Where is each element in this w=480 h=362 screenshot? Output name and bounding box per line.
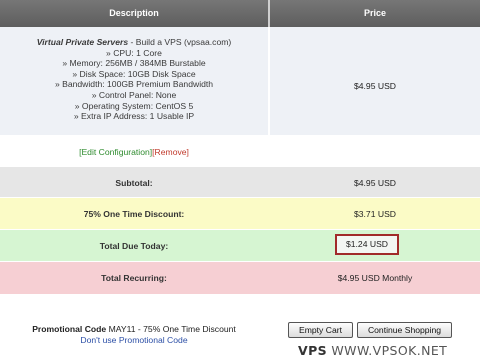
recurring-row: Total Recurring: $4.95 USD Monthly (0, 262, 480, 294)
discount-value: $3.71 USD (353, 209, 397, 219)
discount-label: 75% One Time Discount: (83, 209, 185, 219)
subtotal-value: $4.95 USD (353, 178, 397, 188)
product-title-rest: - Build a VPS (vpsaa.com) (128, 37, 232, 47)
recurring-label: Total Recurring: (101, 273, 167, 283)
recurring-value: $4.95 USD Monthly (337, 273, 413, 283)
subtotal-label: Subtotal: (115, 178, 153, 188)
spec-bandwidth: » Bandwidth: 100GB Premium Bandwidth (54, 79, 214, 90)
product-description: Virtual Private Servers - Build a VPS (v… (0, 37, 268, 122)
total-due-label: Total Due Today: (99, 241, 169, 251)
item-links: [Edit Configuration][Remove] (0, 147, 268, 157)
spec-cpu: » CPU: 1 Core (106, 47, 162, 58)
empty-cart-button[interactable]: Empty Cart (288, 322, 353, 338)
spec-extra-ip: » Extra IP Address: 1 Usable IP (73, 111, 195, 122)
total-due-row: Total Due Today: $1.24 USD (0, 230, 480, 261)
dont-use-promo-link[interactable]: Don't use Promotional Code (80, 335, 187, 345)
edit-configuration-link[interactable]: [Edit Configuration] (79, 147, 152, 157)
remove-link[interactable]: [Remove] (152, 147, 189, 157)
watermark: VPS WWW.VPSOK.NET (298, 343, 447, 358)
watermark-site: WWW.VPSOK.NET (331, 343, 448, 358)
product-title: Virtual Private Servers - Build a VPS (v… (0, 37, 268, 48)
promo-section: Promotional Code MAY11 - 75% One Time Di… (0, 324, 268, 346)
edit-row: [Edit Configuration][Remove] (0, 135, 480, 167)
promo-text: MAY11 - 75% One Time Discount (106, 324, 236, 334)
watermark-mark: VPS (298, 343, 328, 358)
spec-memory: » Memory: 256MB / 384MB Burstable (62, 58, 206, 69)
spec-os: » Operating System: CentOS 5 (74, 100, 194, 111)
spec-control-panel: » Control Panel: None (91, 89, 177, 100)
description-header: Description (109, 8, 159, 18)
total-due-value: $1.24 USD (335, 234, 399, 255)
product-price: $4.95 USD (353, 81, 397, 91)
promo-label: Promotional Code (32, 324, 107, 334)
discount-row: 75% One Time Discount: $3.71 USD (0, 198, 480, 229)
continue-shopping-button[interactable]: Continue Shopping (357, 322, 452, 338)
table-header: Description Price (0, 0, 480, 27)
product-name: Virtual Private Servers (36, 37, 129, 47)
subtotal-row: Subtotal: $4.95 USD (0, 167, 480, 197)
product-row: Virtual Private Servers - Build a VPS (v… (0, 27, 480, 135)
price-header: Price (363, 8, 387, 18)
promo-line: Promotional Code MAY11 - 75% One Time Di… (0, 324, 268, 335)
spec-disk: » Disk Space: 10GB Disk Space (72, 68, 196, 79)
